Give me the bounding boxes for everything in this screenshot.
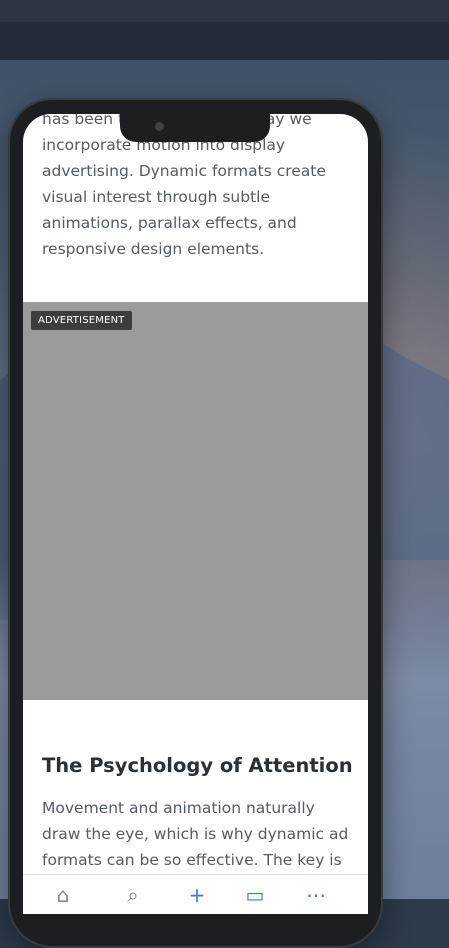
bookmark-icon[interactable]: ▭ xyxy=(243,883,267,907)
phone-screen[interactable]: has been transforming the way we incorpo… xyxy=(23,114,368,914)
more-icon[interactable]: ⋯ xyxy=(304,883,328,907)
plus-icon[interactable]: + xyxy=(185,883,209,907)
phone-notch xyxy=(120,102,270,142)
search-icon[interactable]: ⌕ xyxy=(121,883,145,907)
sub-bar xyxy=(0,22,449,60)
camera-icon xyxy=(155,122,164,131)
ad-label: ADVERTISEMENT xyxy=(31,311,132,330)
advertisement-slot[interactable]: ADVERTISEMENT xyxy=(23,302,368,700)
bottom-nav: ⌂ ⌕ + ▭ ⋯ xyxy=(23,874,368,914)
home-icon[interactable]: ⌂ xyxy=(51,883,75,907)
top-bar xyxy=(0,0,449,22)
section-heading: The Psychology of Attention xyxy=(42,754,353,777)
article-paragraph-2: Movement and animation naturally draw th… xyxy=(42,799,349,869)
